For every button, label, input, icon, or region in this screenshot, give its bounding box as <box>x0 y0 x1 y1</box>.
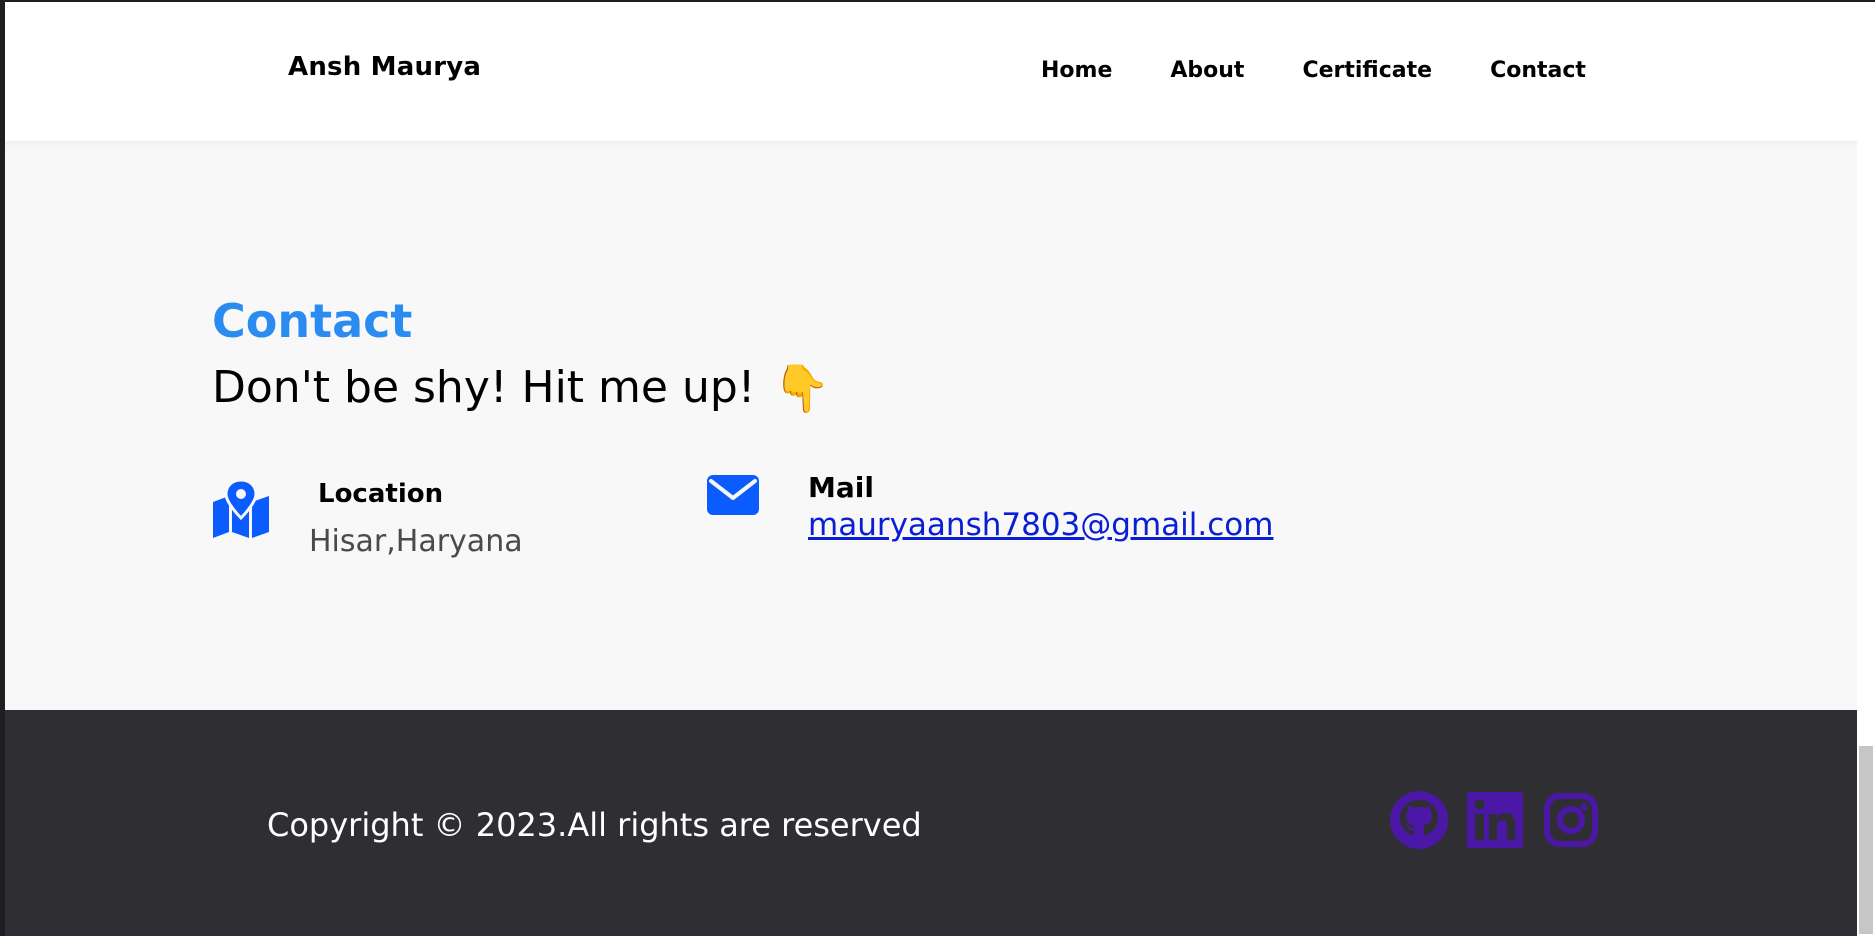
brand-logo-text[interactable]: Ansh Maurya <box>288 52 481 82</box>
github-icon[interactable] <box>1389 790 1449 850</box>
mail-title: Mail <box>808 471 874 504</box>
copyright-text: Copyright © 2023.All rights are reserved <box>267 806 922 844</box>
navbar: Ansh Maurya Home About Certificate Conta… <box>5 2 1857 141</box>
nav-link-home[interactable]: Home <box>1041 58 1112 83</box>
footer: Copyright © 2023.All rights are reserved <box>5 710 1857 936</box>
map-location-icon <box>211 478 271 538</box>
contact-subheading: Don't be shy! Hit me up! 👇 <box>212 361 831 416</box>
main-nav: Home About Certificate Contact <box>1041 58 1586 83</box>
nav-link-about[interactable]: About <box>1170 58 1244 83</box>
nav-link-contact[interactable]: Contact <box>1490 58 1586 83</box>
location-value: Hisar,Haryana <box>309 524 523 559</box>
vertical-scrollbar[interactable] <box>1857 2 1875 936</box>
envelope-icon <box>706 474 760 516</box>
page-frame: Ansh Maurya Home About Certificate Conta… <box>5 2 1857 936</box>
email-link[interactable]: mauryaansh7803@gmail.com <box>808 507 1273 543</box>
instagram-icon[interactable] <box>1541 790 1601 850</box>
social-links <box>1389 790 1601 850</box>
contact-heading: Contact <box>212 294 413 348</box>
location-title: Location <box>318 479 444 509</box>
nav-link-certificate[interactable]: Certificate <box>1302 58 1432 83</box>
pointing-down-icon: 👇 <box>773 361 831 416</box>
contact-subheading-text: Don't be shy! Hit me up! <box>212 362 756 413</box>
scrollbar-thumb[interactable] <box>1859 746 1873 934</box>
linkedin-icon[interactable] <box>1465 790 1525 850</box>
